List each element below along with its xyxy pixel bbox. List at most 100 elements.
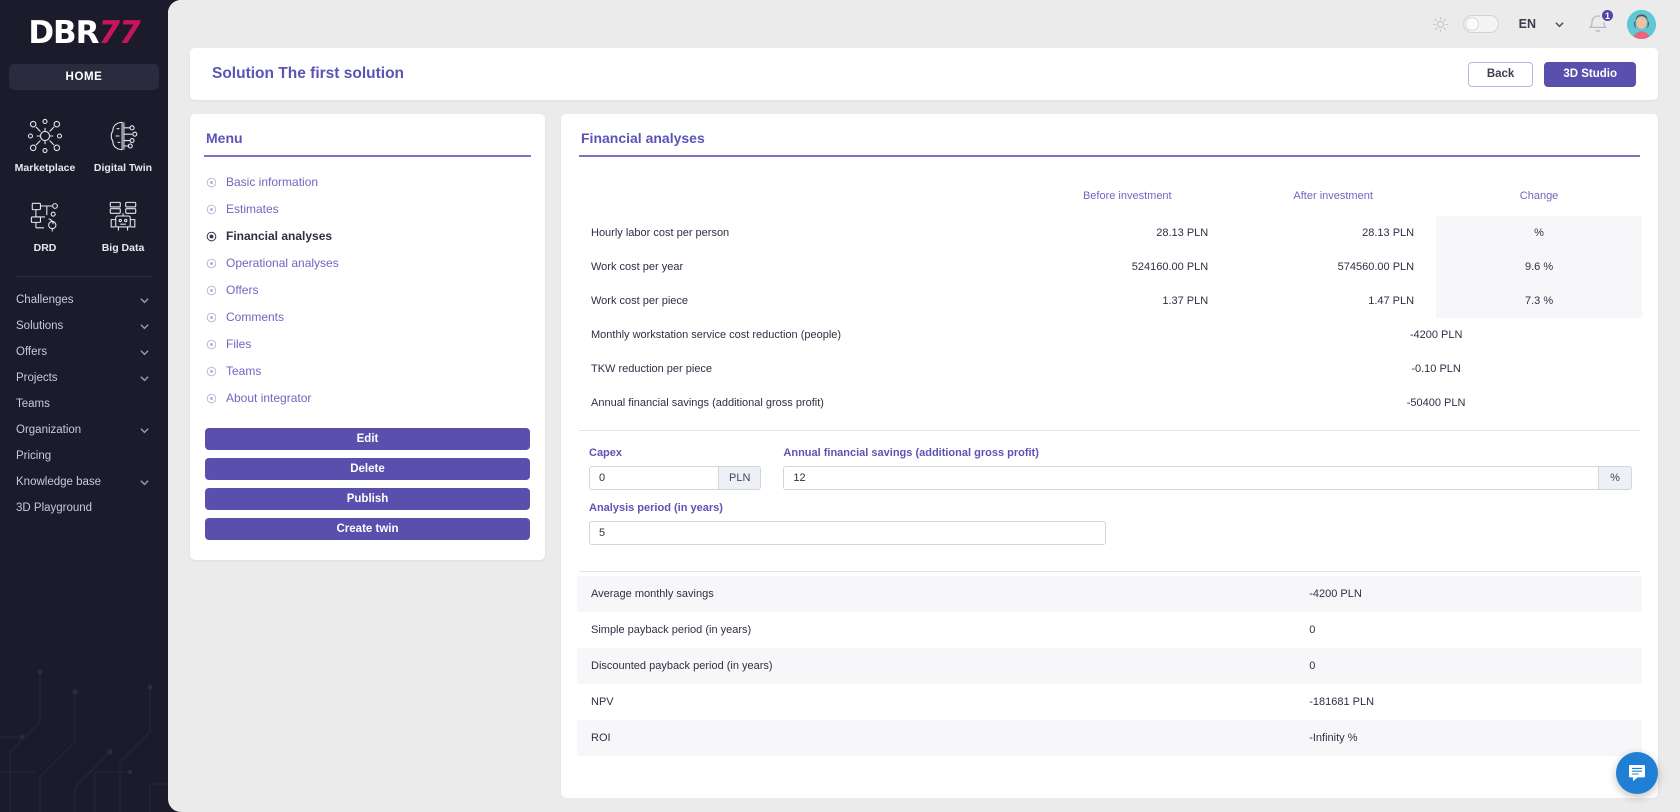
- theme-toggle[interactable]: [1462, 15, 1499, 33]
- row-label: Annual financial savings (additional gro…: [591, 396, 824, 409]
- home-button[interactable]: HOME: [9, 64, 159, 90]
- result-value: -Infinity %: [1301, 719, 1642, 756]
- result-value: -4200 PLN: [1301, 575, 1642, 612]
- publish-button[interactable]: Publish: [205, 487, 530, 510]
- main-area: EN 1 Solution The first solution Back 3D…: [168, 0, 1680, 812]
- financial-comparison-table: Before investment After investment Chang…: [577, 178, 1642, 420]
- sidebar-item-organization[interactable]: Organization: [0, 417, 168, 443]
- row-single-value: -50400 PLN: [1406, 396, 1466, 409]
- avatar[interactable]: [1627, 9, 1656, 39]
- sidebar-item-projects[interactable]: Projects: [0, 365, 168, 391]
- notifications-button[interactable]: 1: [1585, 8, 1615, 37]
- menu-item-label: Operational analyses: [226, 256, 339, 270]
- chat-widget-button[interactable]: [1616, 752, 1658, 794]
- financial-analyses-card: Financial analyses Before investment Aft…: [561, 114, 1658, 798]
- menu-item-label: Financial analyses: [226, 229, 333, 243]
- row-label: Hourly labor cost per person: [591, 226, 730, 239]
- menu-item-operational-analyses[interactable]: Operational analyses: [206, 250, 529, 277]
- delete-button[interactable]: Delete: [205, 457, 530, 480]
- analysis-period-input[interactable]: [589, 520, 1106, 545]
- sidebar-item-knowledge-base[interactable]: Knowledge base: [0, 469, 168, 495]
- sidebar-tile-label: Digital Twin: [93, 162, 153, 174]
- back-button[interactable]: Back: [1467, 61, 1534, 87]
- toggle-knob: [1464, 17, 1479, 31]
- chevron-down-icon: [140, 297, 149, 303]
- menu-item-files[interactable]: Files: [206, 331, 529, 358]
- sidebar-item-solutions[interactable]: Solutions: [0, 313, 168, 339]
- row-spacer: [1024, 386, 1230, 420]
- edit-button[interactable]: Edit: [205, 427, 530, 450]
- financial-card-rule: [579, 155, 1640, 157]
- sidebar-item-label: 3D Playground: [16, 502, 93, 514]
- sun-icon: [1432, 16, 1448, 32]
- annual-savings-label: Annual financial savings (additional gro…: [783, 446, 1039, 459]
- sidebar-tile-drd[interactable]: DRD: [6, 188, 84, 268]
- radio-icon: [206, 312, 217, 322]
- capex-field: Capex PLN: [589, 446, 762, 490]
- row-after-value: 1.47 PLN: [1368, 294, 1415, 307]
- sidebar-tile-label: DRD: [33, 242, 57, 254]
- menu-item-basic-information[interactable]: Basic information: [206, 169, 529, 196]
- table-row: Monthly workstation service cost reducti…: [577, 318, 1642, 352]
- menu-item-comments[interactable]: Comments: [206, 304, 529, 331]
- annual-savings-input[interactable]: [783, 465, 1599, 490]
- marketplace-network-icon: [25, 116, 65, 156]
- table-row: Discounted payback period (in years) 0: [577, 647, 1642, 684]
- menu-item-offers[interactable]: Offers: [206, 277, 529, 304]
- menu-card: Menu Basic information Estimates Financi…: [190, 114, 545, 560]
- menu-item-about-integrator[interactable]: About integrator: [206, 385, 529, 412]
- menu-card-title: Menu: [206, 130, 243, 146]
- menu-item-teams[interactable]: Teams: [206, 358, 529, 385]
- sidebar-tile-marketplace[interactable]: Marketplace: [6, 108, 84, 188]
- table-row: Simple payback period (in years) 0: [577, 612, 1642, 648]
- radio-icon: [206, 258, 217, 268]
- chevron-down-icon: [140, 375, 149, 381]
- column-header-before: Before investment: [1082, 189, 1172, 202]
- sidebar-tile-big-data[interactable]: Big Data: [84, 188, 162, 268]
- chevron-down-icon: [140, 349, 149, 355]
- page-header: Solution The first solution Back 3D Stud…: [190, 48, 1658, 100]
- 3d-studio-button[interactable]: 3D Studio: [1544, 61, 1636, 87]
- analysis-period-input-row: [589, 520, 1632, 545]
- brand-logo[interactable]: DBR77: [0, 10, 168, 56]
- brain-circuit-icon: [103, 116, 143, 156]
- menu-item-label: Comments: [226, 310, 285, 324]
- capex-input[interactable]: [589, 465, 719, 490]
- chevron-down-icon: [140, 323, 149, 329]
- menu-item-estimates[interactable]: Estimates: [206, 196, 529, 223]
- sidebar-item-pricing[interactable]: Pricing: [0, 443, 168, 469]
- menu-item-label: Basic information: [226, 175, 319, 189]
- chevron-down-icon: [1555, 21, 1564, 27]
- capex-label: Capex: [589, 446, 623, 459]
- sidebar-item-offers[interactable]: Offers: [0, 339, 168, 365]
- radio-icon: [206, 366, 217, 376]
- row-single-value: -0.10 PLN: [1411, 362, 1461, 375]
- create-twin-button[interactable]: Create twin: [205, 517, 530, 540]
- sidebar-nav: Challenges Solutions Offers Projects Tea…: [0, 281, 168, 521]
- menu-item-label: Files: [226, 337, 252, 351]
- menu-card-rule: [204, 155, 531, 157]
- results-table: Average monthly savings -4200 PLN Simple…: [577, 575, 1642, 756]
- sidebar-item-teams[interactable]: Teams: [0, 391, 168, 417]
- result-label: Average monthly savings: [577, 575, 1302, 612]
- sidebar-item-challenges[interactable]: Challenges: [0, 287, 168, 313]
- menu-item-financial-analyses[interactable]: Financial analyses: [206, 223, 529, 250]
- inputs-section: Capex PLN Annual financial savings (addi…: [577, 431, 1642, 561]
- big-data-server-icon: [103, 196, 143, 236]
- logo-text-primary: DBR: [28, 14, 99, 51]
- row-before-value: 524160.00 PLN: [1131, 260, 1209, 273]
- sidebar-item-3d-playground[interactable]: 3D Playground: [0, 495, 168, 521]
- row-single-value: -4200 PLN: [1409, 328, 1463, 341]
- sidebar-item-label: Projects: [16, 372, 58, 384]
- sidebar-tile-digital-twin[interactable]: Digital Twin: [84, 108, 162, 188]
- result-value: 0: [1301, 647, 1642, 684]
- language-selector[interactable]: EN: [1519, 17, 1565, 31]
- content-area: Menu Basic information Estimates Financi…: [168, 100, 1680, 798]
- annual-savings-percent-suffix: %: [1599, 465, 1632, 490]
- result-label: ROI: [577, 719, 1302, 756]
- row-label: Work cost per year: [591, 260, 684, 273]
- row-label: Monthly workstation service cost reducti…: [591, 328, 842, 341]
- table-head: Before investment After investment Chang…: [577, 178, 1642, 216]
- table-row: Hourly labor cost per person 28.13 PLN 2…: [577, 215, 1642, 250]
- logo-text-accent: 77: [98, 14, 141, 51]
